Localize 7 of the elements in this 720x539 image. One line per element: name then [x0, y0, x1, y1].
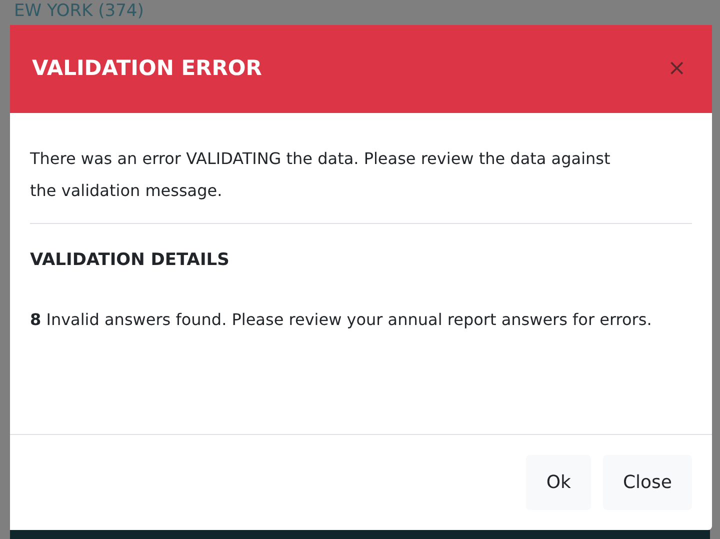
details-heading: VALIDATION DETAILS — [30, 249, 230, 272]
background-heading: EW YORK (374) — [14, 1, 144, 21]
dialog-title: VALIDATION ERROR — [32, 55, 262, 82]
error-message: There was an error VALIDATING the data. Please review the data against the validation message. — [30, 148, 612, 202]
dialog-button[interactable]: Ok — [526, 455, 591, 510]
dialog-button[interactable]: Close — [602, 455, 692, 510]
details-message: 8 Invalid answers found. Please review your annual report answers for errors. — [30, 308, 653, 330]
